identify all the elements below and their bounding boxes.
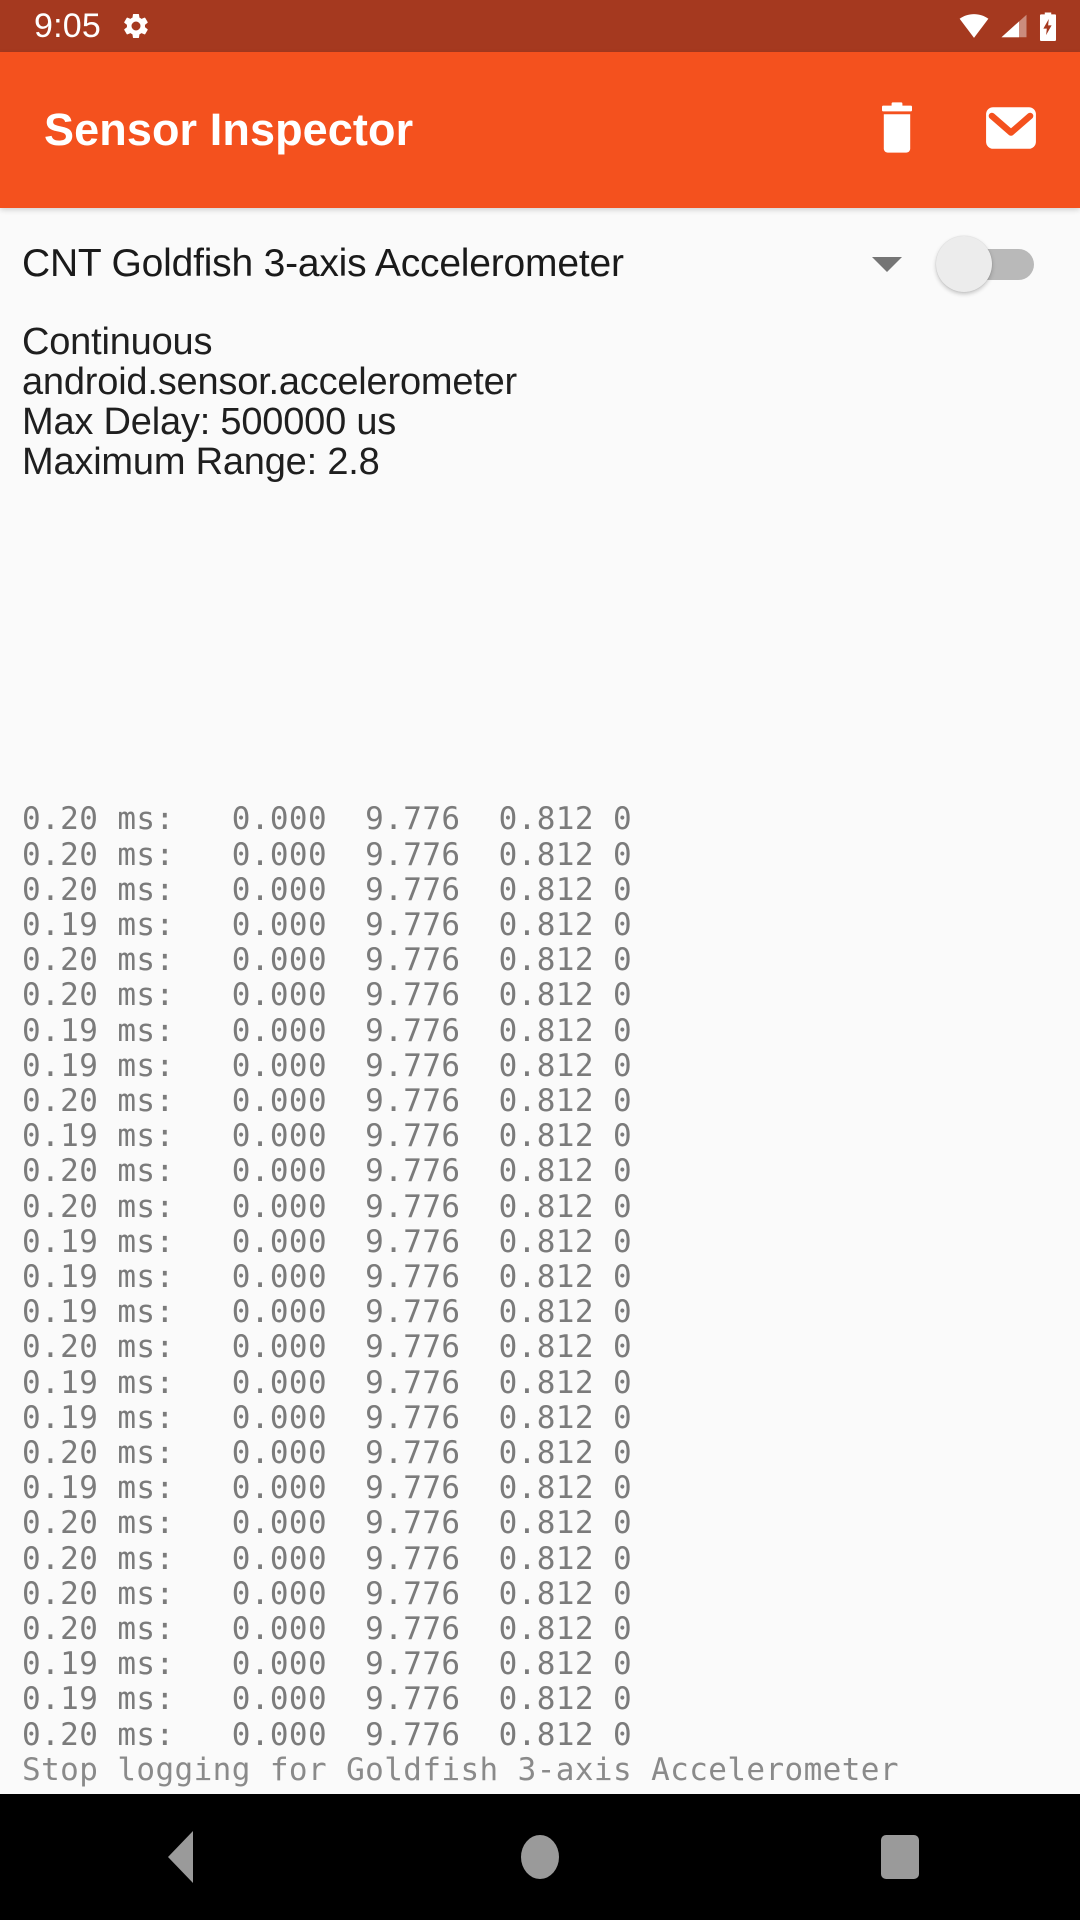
sensor-log-line: 0.20 ms: 0.000 9.776 0.812 0 [22,1153,633,1190]
sensor-log-line: 0.19 ms: 0.000 9.776 0.812 0 [22,1223,633,1260]
sensor-log-line: 0.20 ms: 0.000 9.776 0.812 0 [22,1329,633,1366]
sensor-log-line: 0.20 ms: 0.000 9.776 0.812 0 [22,942,633,979]
sensor-log-line: 0.20 ms: 0.000 9.776 0.812 0 [22,871,633,908]
sensor-log-line: 0.20 ms: 0.000 9.776 0.812 0 [22,1188,633,1225]
sensor-log-line: 0.20 ms: 0.000 9.776 0.812 0 [22,1610,633,1647]
sensor-max-delay: Max Delay: 500000 us [22,401,397,443]
sensor-log-line: 0.19 ms: 0.000 9.776 0.812 0 [22,1258,633,1295]
app-bar: Sensor Inspector [0,52,1080,208]
sensor-log-line: 0.19 ms: 0.000 9.776 0.812 0 [22,1646,633,1683]
status-bar-clock: 9:05 [34,7,101,45]
phone-screen: 9:05 Sensor Inspector CNT Goldfish 3-axi… [0,0,1080,1920]
app-bar-actions [866,99,1042,161]
sensor-log-line: 0.19 ms: 0.000 9.776 0.812 0 [22,1681,633,1718]
sensor-reporting-mode: Continuous [22,321,213,363]
email-log-button[interactable] [980,99,1042,161]
sensor-log-line: 0.20 ms: 0.000 9.776 0.812 0 [22,1540,633,1577]
nav-home-button[interactable] [445,1794,635,1920]
status-bar-notification-icons [121,11,151,41]
trash-icon [873,101,921,159]
sensor-log-line: 0.19 ms: 0.000 9.776 0.812 0 [22,1047,633,1084]
sensor-spinner[interactable]: CNT Goldfish 3-axis Accelerometer [22,208,936,320]
main-content: CNT Goldfish 3-axis Accelerometer Contin… [0,208,1080,1794]
sensor-log-line: 0.20 ms: 0.000 9.776 0.812 0 [22,1575,633,1612]
sensor-log-line: 0.20 ms: 0.000 9.776 0.812 0 [22,1434,633,1471]
circle-home-icon [521,1835,559,1879]
sensor-log-line: 0.19 ms: 0.000 9.776 0.812 0 [22,1118,633,1155]
sensor-log-line: 0.19 ms: 0.000 9.776 0.812 0 [22,1470,633,1507]
sensor-log-line: 0.20 ms: 0.000 9.776 0.812 0 [22,1082,633,1119]
chevron-down-icon [872,256,902,272]
cell-signal-icon [999,11,1029,41]
status-bar: 9:05 [0,0,1080,52]
sensor-log-line: 0.19 ms: 0.000 9.776 0.812 0 [22,1294,633,1331]
sensor-selector-row: CNT Goldfish 3-axis Accelerometer [0,208,1080,320]
sensor-log-line: 0.20 ms: 0.000 9.776 0.812 0 [22,836,633,873]
wifi-icon [958,11,990,41]
sensor-log-line: 0.20 ms: 0.000 9.776 0.812 0 [22,801,633,838]
sensor-log-status-line: Stop logging for Goldfish 3-axis Acceler… [22,1751,899,1788]
nav-recents-button[interactable] [805,1794,995,1920]
sensor-log-line: 0.20 ms: 0.000 9.776 0.812 0 [22,1505,633,1542]
sensor-log-line: 0.19 ms: 0.000 9.776 0.812 0 [22,1012,633,1049]
sensor-log-line: 0.19 ms: 0.000 9.776 0.812 0 [22,906,633,943]
sensor-info-block: Continuous android.sensor.accelerometer … [0,322,1080,482]
app-title: Sensor Inspector [44,104,414,155]
sensor-log-lines: 0.20 ms: 0.000 9.776 0.812 0 0.20 ms: 0.0… [22,801,1058,1753]
square-recents-icon [881,1835,919,1879]
status-bar-system-icons [958,11,1058,42]
sensor-spinner-label: CNT Goldfish 3-axis Accelerometer [22,242,624,285]
system-navigation-bar [0,1794,1080,1920]
envelope-icon [984,102,1038,159]
sensor-log-line: 0.20 ms: 0.000 9.776 0.812 0 [22,977,633,1014]
gear-icon [121,11,151,41]
sensor-type-string: android.sensor.accelerometer [22,361,518,403]
sensor-log-area[interactable]: 0.20 ms: 0.000 9.776 0.812 0 0.20 ms: 0.0… [0,516,1080,1794]
sensor-maximum-range: Maximum Range: 2.8 [22,441,380,483]
sensor-log-line: 0.19 ms: 0.000 9.776 0.812 0 [22,1399,633,1436]
triangle-back-icon [167,1831,193,1883]
delete-log-button[interactable] [866,99,928,161]
sensor-log-line: 0.19 ms: 0.000 9.776 0.812 0 [22,1364,633,1401]
logging-toggle-switch[interactable] [936,236,1040,292]
battery-charging-icon [1038,11,1058,42]
nav-back-button[interactable] [85,1794,275,1920]
sensor-log-line: 0.20 ms: 0.000 9.776 0.812 0 [22,1716,633,1753]
toggle-thumb [936,236,992,292]
